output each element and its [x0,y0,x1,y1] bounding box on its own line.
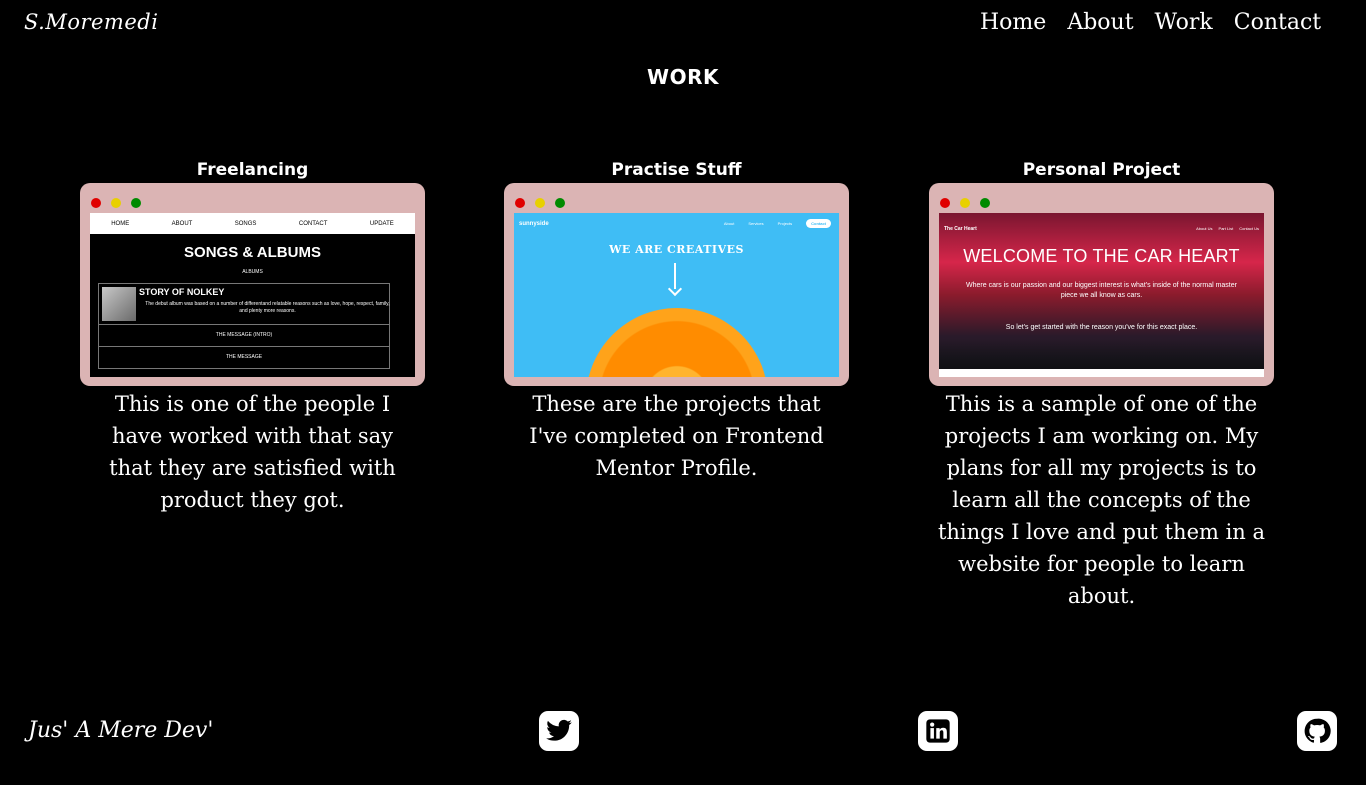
project-screenshot: HOME ABOUT SONGS CONTACT UPDATE SONGS & … [90,213,415,377]
screenshot-nav-item: Contact Us [1239,226,1259,231]
card-description: This is one of the people I have worked … [109,392,396,512]
minimize-dot-icon [111,198,121,208]
card-title: Practise Stuff [611,160,742,180]
screenshot-headline: SONGS & ALBUMS [184,244,321,261]
browser-frame[interactable]: The Car Heart About Us Part List Contact… [929,183,1274,386]
orange-image [586,308,768,377]
screenshot-nav-item: Services [748,221,764,226]
maximize-dot-icon [131,198,141,208]
track-row: THE MESSAGE [98,347,390,369]
screenshot-tagline: Where cars is our passion and our bigges… [966,282,1237,299]
twitter-link[interactable] [539,711,579,751]
road-image [939,339,1264,369]
album-thumbnail [102,287,136,321]
screenshot-nav-item: About Us [1196,226,1213,231]
arrow-head-icon [667,281,683,297]
close-dot-icon [515,198,525,208]
screenshot-nav: About Us Part List Contact Us [1196,226,1259,231]
window-controls [940,198,990,208]
site-logo[interactable]: S.Moremedi [24,10,158,34]
page-title: WORK [647,65,719,89]
browser-frame[interactable]: sunnyside About Services Projects Contac… [504,183,849,386]
github-link[interactable] [1297,711,1337,751]
screenshot-nav: About Services Projects Contact [724,219,831,228]
screenshot-cta: So let's get started with the reason you… [1005,324,1198,331]
close-dot-icon [91,198,101,208]
card-description: This is a sample of one of the projects … [937,392,1266,608]
footer-tagline: Jus' A Mere Dev' [28,718,214,743]
screenshot-headline: WELCOME TO THE CAR HEART [963,246,1240,266]
window-controls [91,198,141,208]
screenshot-nav-item: CONTACT [298,220,328,227]
linkedin-link[interactable] [918,711,958,751]
close-dot-icon [940,198,950,208]
work-card-freelancing: Freelancing HOME ABOUT SONGS CONTACT UPD… [80,158,425,516]
browser-frame[interactable]: HOME ABOUT SONGS CONTACT UPDATE SONGS & … [80,183,425,386]
main-nav: Home About Work Contact [980,10,1321,35]
linkedin-icon [926,719,950,743]
screenshot-nav-item: ABOUT [171,220,193,227]
work-card-personal: Personal Project The Car Heart About Us … [929,158,1274,612]
track-row: THE MESSAGE (INTRO) [98,325,390,347]
screenshot-subheading: ALBUMS [242,269,263,275]
screenshot-nav-item: SONGS [234,220,257,227]
screenshot-footer [939,369,1264,377]
screenshot-nav-item: About [723,221,735,226]
card-title: Freelancing [196,160,309,180]
minimize-dot-icon [960,198,970,208]
maximize-dot-icon [980,198,990,208]
project-screenshot: sunnyside About Services Projects Contac… [514,213,839,377]
project-screenshot: The Car Heart About Us Part List Contact… [939,213,1264,377]
screenshot-nav-item: HOME [111,220,130,227]
nav-work-link[interactable]: Work [1155,10,1213,35]
screenshot-brand: The Car Heart [944,226,977,232]
twitter-icon [546,719,572,741]
maximize-dot-icon [555,198,565,208]
nav-home-link[interactable]: Home [980,10,1046,35]
work-card-practise: Practise Stuff sunnyside About Services … [504,158,849,484]
screenshot-nav-item: Part List [1218,226,1234,231]
window-controls [515,198,565,208]
screenshot-nav-item: Projects [777,221,793,226]
card-description: These are the projects that I've complet… [529,392,824,480]
github-icon [1304,718,1331,743]
screenshot-nav-item: UPDATE [369,220,394,227]
album-box: STORY OF NOLKEY The debut album was base… [98,283,390,325]
screenshot-brand: sunnyside [519,221,549,227]
screenshot-contact-button: Contact [806,219,831,228]
screenshot-headline: WE ARE CREATIVES [609,243,744,256]
story-text: The debut album was based on a number of… [145,301,390,314]
minimize-dot-icon [535,198,545,208]
screenshot-nav: HOME ABOUT SONGS CONTACT UPDATE [90,213,415,234]
story-title: STORY OF NOLKEY [139,287,225,297]
card-title: Personal Project [1022,160,1181,180]
nav-about-link[interactable]: About [1067,10,1133,35]
nav-contact-link[interactable]: Contact [1234,10,1321,35]
